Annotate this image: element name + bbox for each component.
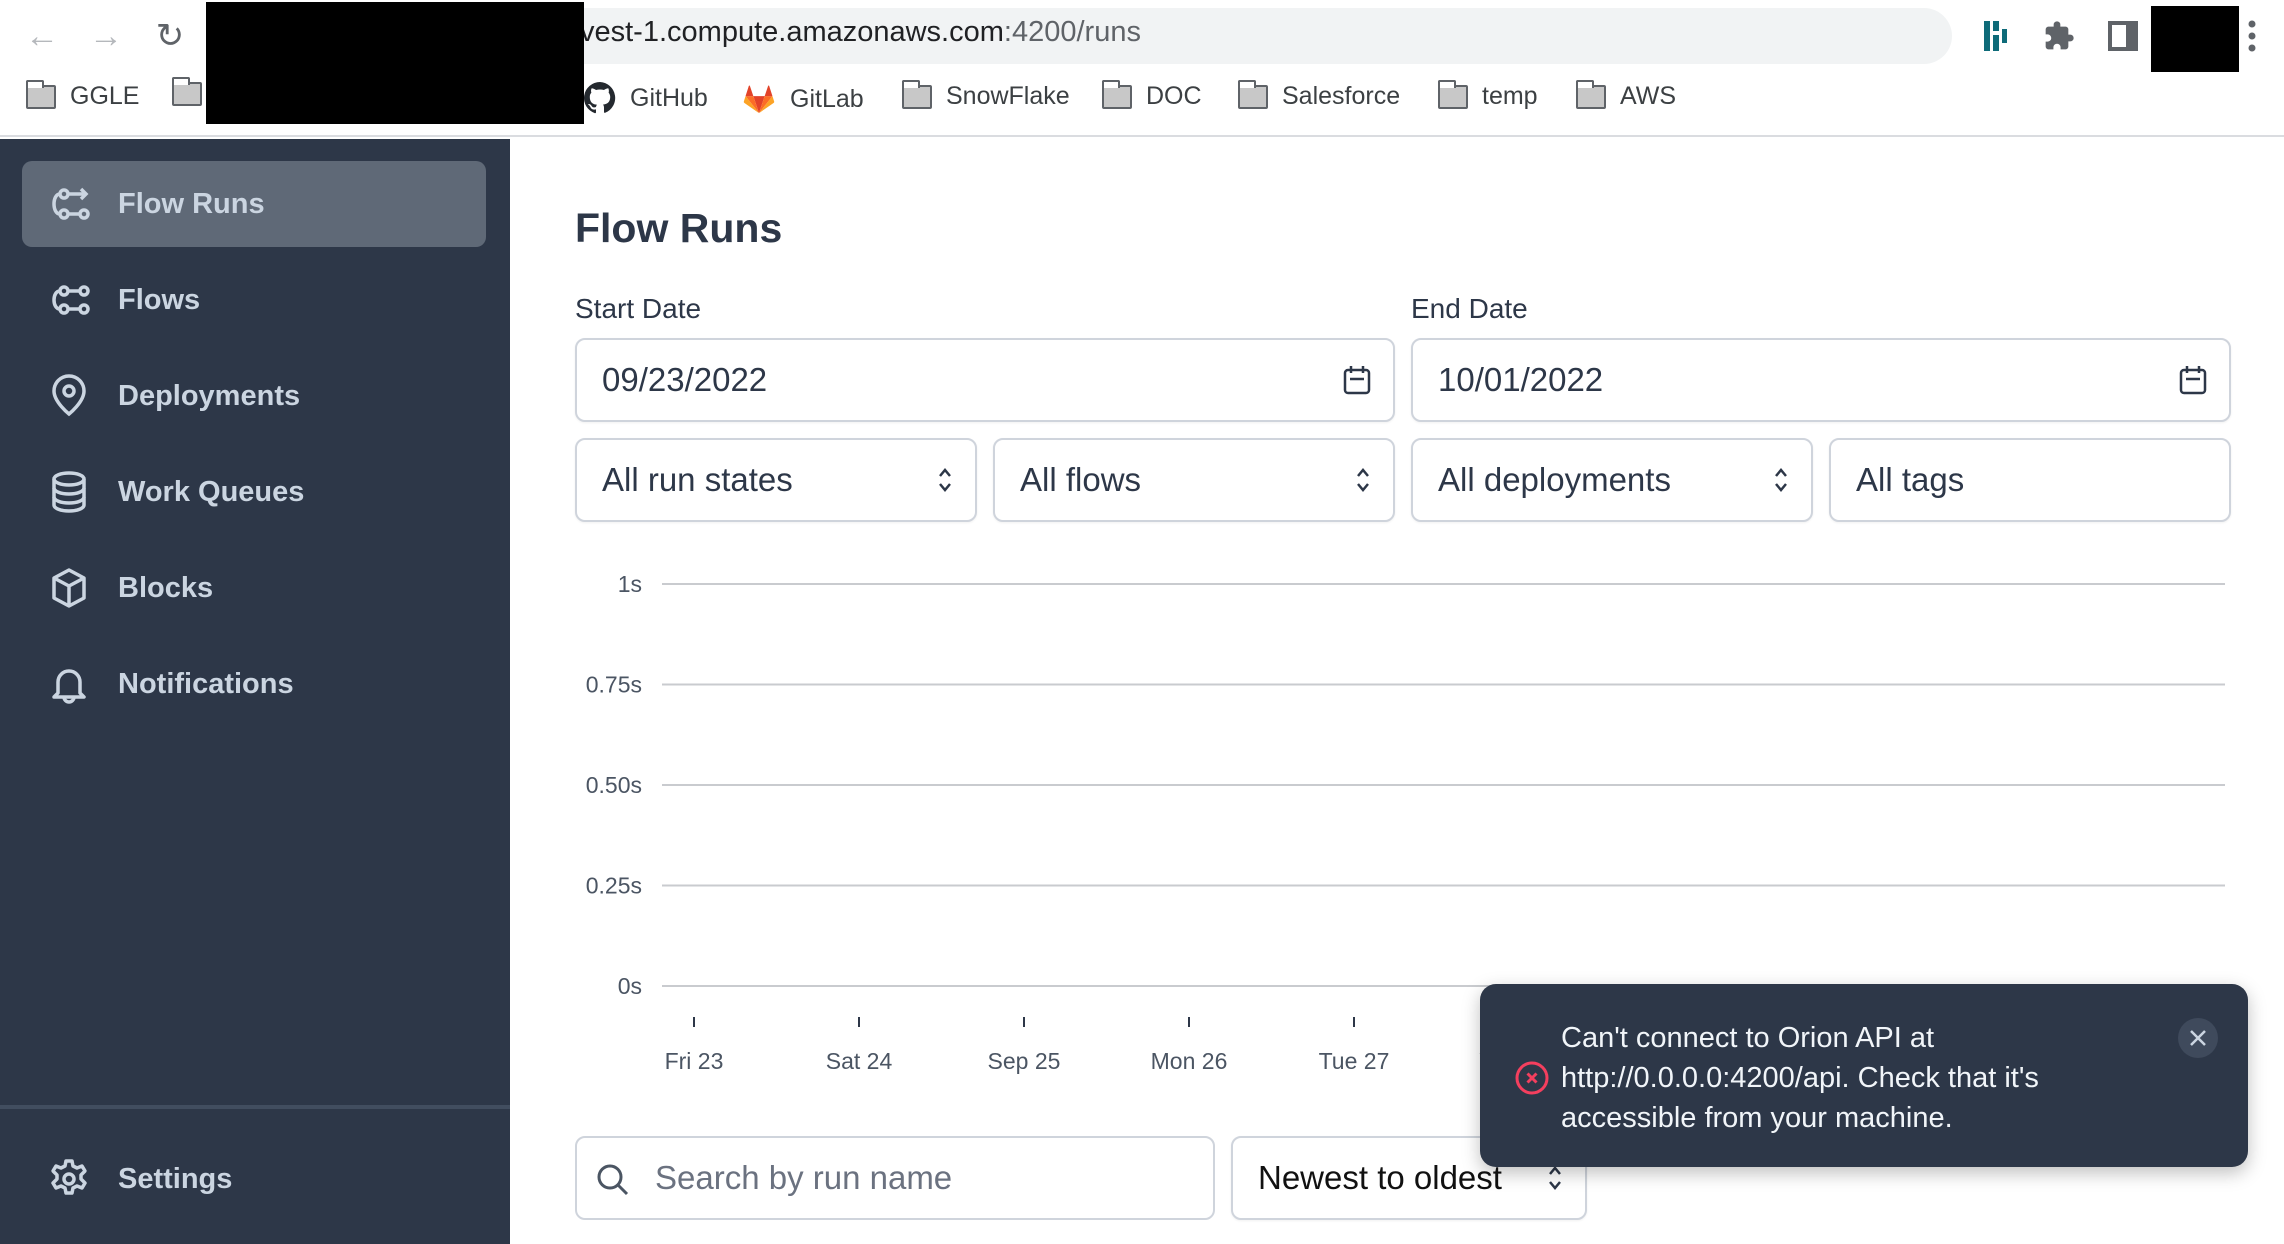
folder-icon: [171, 77, 202, 106]
gear-icon: [51, 1159, 87, 1195]
sidebar-item-deployments[interactable]: Deployments: [22, 353, 486, 439]
y-tick-label: 0s: [618, 973, 642, 999]
folder-icon: [1575, 79, 1606, 109]
chevron-up-down-icon: [1357, 468, 1369, 492]
browser-menu-icon[interactable]: [2232, 16, 2272, 56]
chevron-up-down-icon: [939, 468, 951, 492]
reload-button[interactable]: ↻: [148, 14, 192, 58]
bookmark-github[interactable]: GitHub: [584, 82, 708, 114]
start-date-label: Start Date: [575, 293, 702, 324]
x-tick-label: Sat 24: [826, 1048, 893, 1074]
cube-icon: [52, 568, 86, 608]
flow-runs-icon: [52, 187, 90, 220]
error-toast: Can't connect to Orion API at http://0.0…: [1480, 984, 2248, 1167]
location-pin-icon: [52, 374, 86, 417]
error-circle-icon: [1515, 1061, 1549, 1095]
flows-select[interactable]: All flows: [993, 438, 1395, 522]
y-tick-label: 0.50s: [586, 772, 642, 798]
end-date-input[interactable]: 10/01/2022: [1411, 338, 2231, 422]
x-tick-label: Sep 25: [988, 1048, 1061, 1074]
bookmark-temp[interactable]: temp: [1437, 79, 1538, 111]
sidebar: Flow Runs Flows Deployments Work Queues …: [0, 139, 510, 1244]
search-icon: [597, 1164, 629, 1196]
bookmark-gitlab[interactable]: GitLab: [742, 82, 864, 116]
extensions-puzzle-icon[interactable]: [2039, 16, 2079, 56]
side-panel-icon[interactable]: [2103, 16, 2143, 56]
y-tick-label: 1s: [618, 571, 642, 597]
toast-close-button[interactable]: [2178, 1018, 2218, 1058]
bookmark-salesforce[interactable]: Salesforce: [1237, 79, 1400, 111]
folder-icon: [1101, 79, 1132, 109]
y-tick-label: 0.75s: [586, 672, 642, 698]
sidebar-item-flow-runs[interactable]: Flow Runs: [22, 161, 486, 247]
gitlab-icon: [743, 85, 775, 114]
database-icon: [52, 471, 86, 513]
chevron-up-down-icon: [1549, 1166, 1561, 1190]
search-input[interactable]: [655, 1156, 1195, 1200]
search-by-run-name[interactable]: [575, 1136, 1215, 1220]
sidebar-item-blocks[interactable]: Blocks: [22, 545, 486, 631]
url-text[interactable]: vest-1.compute.amazonaws.com:4200/runs: [580, 16, 1141, 49]
redacted-profile: [2151, 6, 2239, 72]
y-tick-label: 0.25s: [586, 873, 642, 899]
end-date-label: End Date: [1411, 293, 1528, 324]
deployments-select[interactable]: All deployments: [1411, 438, 1813, 522]
tags-input[interactable]: All tags: [1829, 438, 2231, 522]
start-date-input[interactable]: 09/23/2022: [575, 338, 1395, 422]
bookmarks-bar: GGLE GitHub GitLab SnowFlake DOC Salesfo…: [0, 77, 2284, 122]
bookmark-snowflake[interactable]: SnowFlake: [901, 79, 1070, 111]
toast-message: Can't connect to Orion API at http://0.0…: [1561, 1022, 2039, 1134]
bell-icon: [52, 669, 86, 704]
folder-icon: [1437, 79, 1468, 109]
folder-icon: [25, 79, 56, 109]
github-icon: [584, 82, 616, 114]
x-tick-label: Fri 23: [665, 1048, 724, 1074]
bookmark-doc[interactable]: DOC: [1101, 79, 1202, 111]
chevron-up-down-icon: [1775, 468, 1787, 492]
sidebar-divider: [0, 1105, 510, 1109]
browser-toolbar: ← → ↻ vest-1.compute.amazonaws.com:4200/…: [0, 0, 2284, 137]
forward-button[interactable]: →: [84, 14, 128, 58]
folder-icon: [1237, 79, 1268, 109]
back-button[interactable]: ←: [20, 14, 64, 58]
sidebar-item-notifications[interactable]: Notifications: [22, 641, 486, 727]
bookmark-aws[interactable]: AWS: [1575, 79, 1676, 111]
sidebar-item-settings[interactable]: Settings: [22, 1136, 486, 1222]
dashlane-extension-icon[interactable]: [1975, 16, 2015, 56]
bookmark-ggle[interactable]: GGLE: [25, 79, 139, 111]
x-tick-label: Mon 26: [1151, 1048, 1228, 1074]
sidebar-item-work-queues[interactable]: Work Queues: [22, 449, 486, 535]
calendar-icon[interactable]: [2179, 365, 2207, 395]
run-states-select[interactable]: All run states: [575, 438, 977, 522]
x-tick-label: Tue 27: [1319, 1048, 1390, 1074]
bookmark-folder-redacted[interactable]: [171, 77, 202, 106]
close-icon: [2190, 1030, 2206, 1046]
flows-icon: [52, 285, 90, 315]
folder-icon: [901, 79, 932, 109]
page-title: Flow Runs: [575, 205, 783, 251]
sidebar-item-flows[interactable]: Flows: [22, 257, 486, 343]
calendar-icon[interactable]: [1343, 365, 1371, 395]
